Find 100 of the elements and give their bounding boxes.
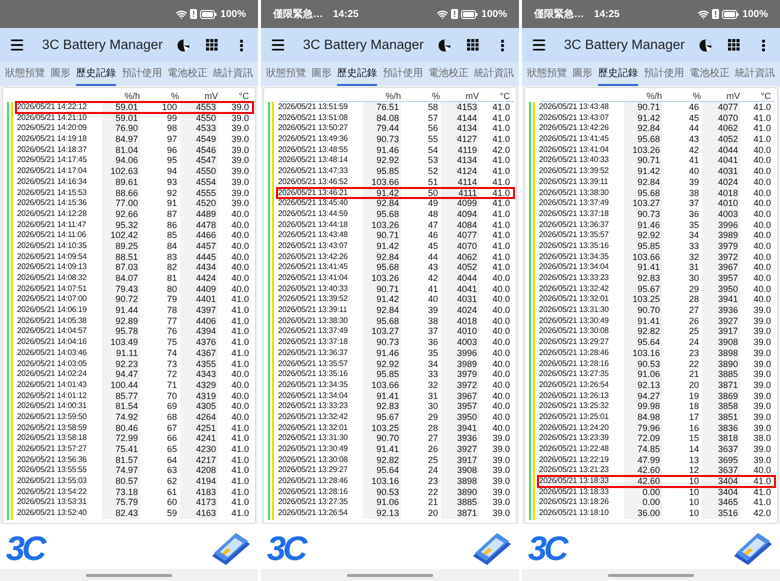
table-cell: 4367 [180, 348, 218, 358]
table-cell-text: 26 [688, 316, 700, 326]
table-cell-text: 79 [166, 294, 178, 306]
menu-button[interactable] [9, 37, 25, 53]
table-cell: 4062 [702, 123, 740, 134]
table-cell: 99.98 [624, 401, 662, 412]
table-cell-text: 18 [688, 401, 700, 412]
table-cell-text: 69 [166, 401, 178, 412]
table-cell-text: 2026/05/21 13:39:52 [277, 294, 349, 306]
table-cell-text: 93 [166, 176, 178, 188]
table-cell: 72.09 [624, 433, 662, 444]
alert-icon [451, 9, 458, 19]
table-cell-text: 39.0 [752, 454, 772, 466]
table-cell-text: 2026/05/21 14:00:31 [16, 401, 88, 412]
tab[interactable]: 預計使用 [122, 62, 162, 86]
tab[interactable]: 統計資訊 [212, 62, 253, 86]
table-cell-text: 40.0 [752, 220, 772, 230]
table-cell: 3957 [441, 401, 479, 412]
table-cell-text: 40.0 [752, 294, 772, 306]
table-cell-text: 87 [166, 208, 178, 220]
table-cell: 4406 [180, 316, 218, 326]
tab[interactable]: 預計使用 [382, 62, 423, 86]
tab[interactable]: 統計資訊 [474, 62, 514, 86]
tab[interactable]: 狀態預覽 [5, 62, 45, 86]
table-cell-text: 2026/05/21 13:27:35 [538, 369, 610, 380]
table-cell: 4533 [180, 123, 218, 134]
table-cell-text: 2026/05/21 13:39:52 [538, 166, 610, 177]
table-cell-text: 37 [688, 198, 700, 209]
table-cell-text: 2026/05/21 13:58:18 [16, 433, 88, 444]
table-cell: 103.16 [624, 348, 662, 358]
column-header: mV [204, 90, 219, 101]
table-cell-text: 27 [426, 433, 439, 444]
grid-button[interactable] [467, 39, 479, 51]
table-cell: 4044 [441, 273, 479, 284]
table-cell: 4208 [180, 465, 218, 476]
table-cell-text: 41.0 [230, 422, 250, 434]
table-cell: 3989 [702, 230, 740, 241]
table-cell: 3917 [702, 326, 740, 338]
table-cell-text: 39.0 [230, 176, 250, 188]
table-cell: 92.92 [624, 230, 662, 241]
tab[interactable]: 狀態預覽 [527, 62, 567, 86]
grid-button[interactable] [206, 39, 218, 51]
notification-text: 僅限緊急… [534, 8, 584, 22]
table-cell-text: 41.0 [491, 188, 511, 198]
tab[interactable]: 電池校正 [167, 62, 208, 86]
table-cell: 92.13 [624, 380, 662, 391]
table-cell: 79.44 [363, 123, 401, 134]
table-cell-text: 75 [166, 337, 178, 348]
menu-button[interactable] [531, 37, 547, 53]
table-cell-text: 73 [166, 358, 178, 370]
tab[interactable]: 預計使用 [644, 62, 684, 86]
table-cell-text: 40.0 [491, 337, 511, 348]
table-cell: 89.61 [102, 176, 140, 188]
table-cell-text: 66 [166, 433, 178, 444]
tab[interactable]: 圖形 [312, 62, 332, 86]
tab[interactable]: 圖形 [572, 62, 593, 86]
table-cell-text: 40.0 [491, 390, 511, 402]
table-cell-text: 2026/05/21 13:37:18 [277, 337, 349, 348]
table-cell: 94.27 [624, 390, 662, 402]
table-cell: 4355 [180, 358, 218, 370]
table-cell: 4457 [180, 240, 218, 252]
tab[interactable]: 電池校正 [689, 62, 730, 86]
table-cell-text: 40.0 [491, 369, 511, 380]
tab[interactable]: 統計資訊 [734, 62, 775, 86]
grid-button[interactable] [728, 39, 740, 51]
table-cell-text: 29 [426, 412, 439, 423]
tab[interactable]: 電池校正 [428, 62, 468, 86]
table-cell-text: 68 [166, 412, 178, 423]
table-cell: 3972 [441, 380, 479, 391]
table-cell-text: 81 [166, 273, 178, 284]
table-cell-text: 39.0 [752, 337, 772, 348]
tab[interactable]: 狀態預覽 [266, 62, 306, 86]
table-cell: 95.68 [624, 134, 662, 145]
battery-icon [200, 10, 218, 18]
table-cell-text: 2026/05/21 13:28:16 [538, 358, 610, 370]
table-cell: 103.66 [363, 176, 401, 188]
table-cell-text: 39.0 [752, 369, 772, 380]
table-cell-text: 44 [688, 123, 700, 134]
column-header: °C [238, 90, 250, 101]
table-cell-text: 41 [426, 284, 439, 294]
table-cell-text: 2026/05/21 13:28:16 [277, 486, 349, 498]
menu-icon [270, 37, 286, 53]
table-cell: 94.47 [102, 369, 140, 380]
tab[interactable]: 圖形 [50, 62, 71, 86]
table-cell-text: 2026/05/21 13:46:21 [277, 188, 349, 198]
table-cell: 4264 [180, 412, 218, 423]
table-cell-text: 40.0 [491, 348, 511, 358]
table-cell: 3979 [441, 369, 479, 380]
table-cell: 75.41 [102, 444, 140, 455]
alert-icon [712, 9, 720, 19]
menu-button[interactable] [270, 37, 286, 53]
table-cell-text: 2026/05/21 13:41:04 [277, 273, 349, 284]
table-cell-text: 41.0 [230, 465, 250, 476]
table-cell-text: 2026/05/21 13:41:04 [538, 144, 610, 156]
pie-chart-button[interactable] [699, 38, 712, 52]
table-cell: 84.98 [624, 412, 662, 423]
table-cell: 3898 [702, 348, 740, 358]
pie-chart-button[interactable] [438, 38, 451, 52]
table-cell: 95.68 [363, 262, 401, 273]
pie-chart-button[interactable] [177, 38, 190, 52]
